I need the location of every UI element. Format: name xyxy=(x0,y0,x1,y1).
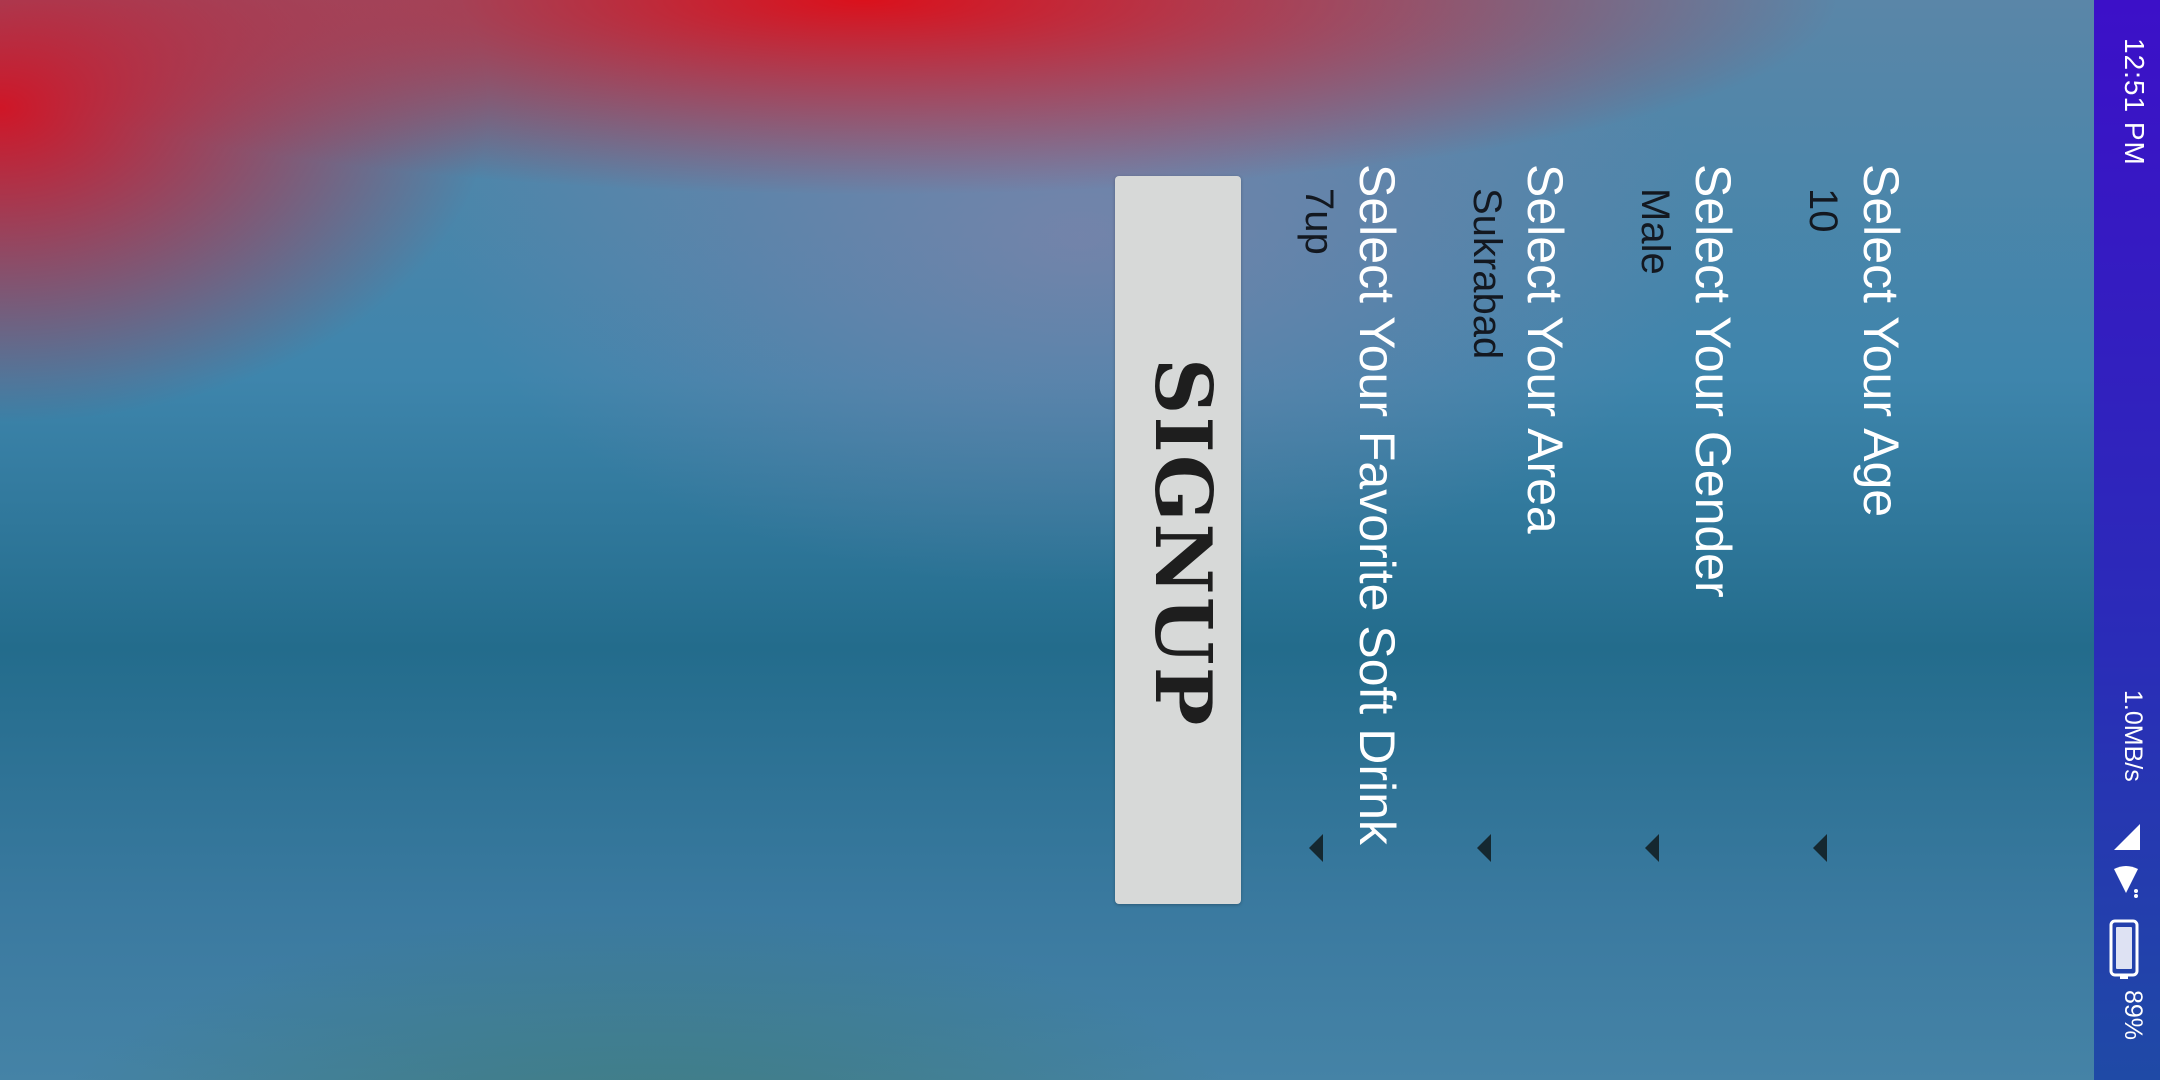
area-label: Select Your Area xyxy=(1517,164,1573,534)
status-time: 12:51 PM xyxy=(2119,38,2150,166)
signal-icon xyxy=(2114,824,2140,850)
area-dropdown-arrow-icon[interactable] xyxy=(1477,834,1491,862)
signup-button[interactable]: SIGNUP xyxy=(1115,176,1241,904)
gender-dropdown-arrow-icon[interactable] xyxy=(1645,834,1659,862)
area-value: Sukrabad xyxy=(1465,188,1509,360)
battery-percent: 89% xyxy=(2119,990,2147,1041)
age-label: Select Your Age xyxy=(1853,164,1909,518)
soft-drink-label: Select Your Favorite Soft Drink xyxy=(1349,164,1405,845)
gender-label: Select Your Gender xyxy=(1685,164,1741,598)
signup-button-label: SIGNUP xyxy=(1137,358,1228,728)
age-dropdown-arrow-icon[interactable] xyxy=(1813,834,1827,862)
soft-drink-value: 7up xyxy=(1297,188,1341,255)
wifi-icon xyxy=(2114,866,2138,898)
battery-icon xyxy=(2109,919,2139,979)
age-value: 10 xyxy=(1801,188,1845,233)
status-data-rate: 1.0MB/s xyxy=(2119,690,2147,782)
soft-drink-dropdown-arrow-icon[interactable] xyxy=(1309,834,1323,862)
status-bar: 12:51 PM 1.0MB/s 89% xyxy=(2094,0,2160,1080)
gender-value: Male xyxy=(1633,188,1677,275)
